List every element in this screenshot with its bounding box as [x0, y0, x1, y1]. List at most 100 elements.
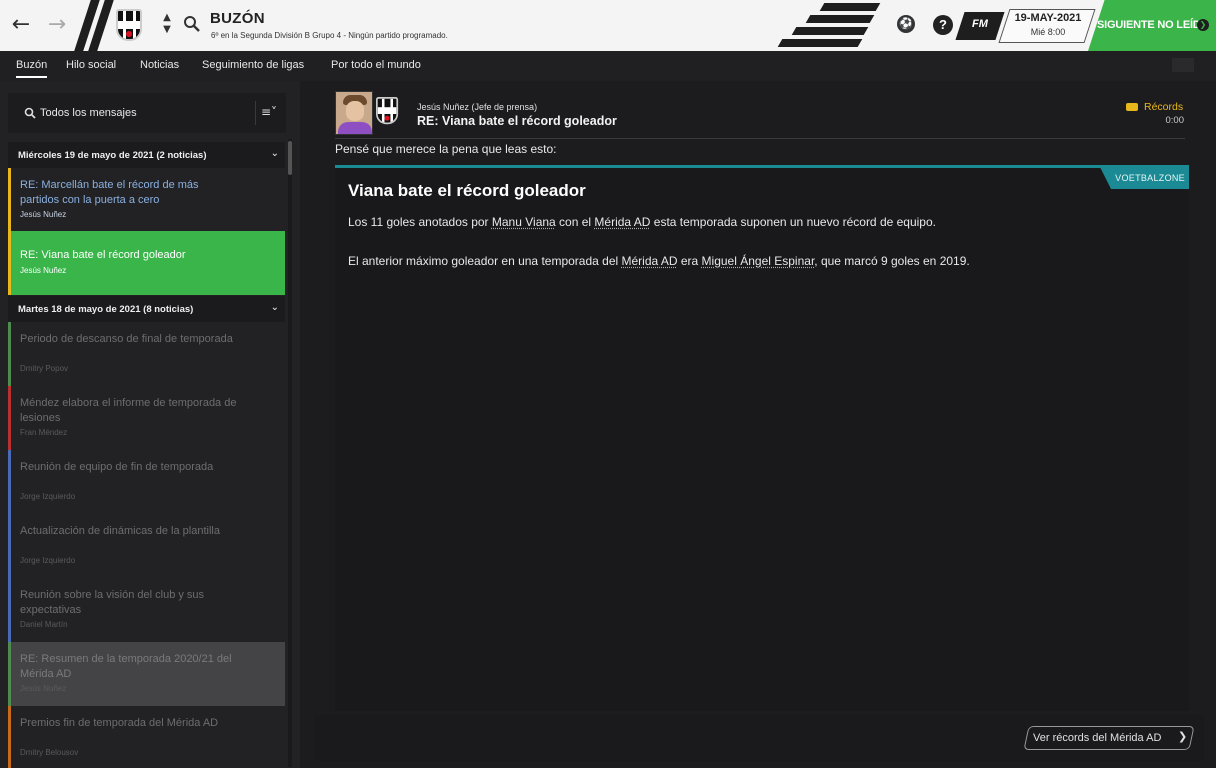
tab-hilo-social[interactable]: Hilo social: [66, 59, 116, 71]
tab-seguimiento-ligas[interactable]: Seguimiento de ligas: [202, 59, 304, 71]
tag-icon: [1126, 103, 1138, 111]
message-title: Actualización de dinámicas de la plantil…: [20, 525, 220, 537]
chevron-right-icon[interactable]: ❯: [1197, 19, 1209, 31]
priority-bar: [8, 706, 11, 768]
day-group-header[interactable]: Miércoles 19 de mayo de 2021 (2 noticias…: [8, 142, 285, 168]
forward-arrow-icon[interactable]: →: [44, 12, 70, 38]
message-filter[interactable]: Todos los mensajes ≡˅: [8, 93, 286, 133]
sender-name[interactable]: Jesús Nuñez (Jefe de prensa): [417, 102, 537, 112]
message-item[interactable]: Periodo de descanso de final de temporad…: [8, 322, 285, 386]
back-arrow-icon[interactable]: ←: [8, 12, 34, 38]
message-title: Reunión de equipo de fin de temporada: [20, 461, 214, 473]
decorative-lines: [777, 0, 890, 51]
priority-bar: [8, 450, 11, 514]
priority-bar: [8, 578, 11, 642]
text-span: Los 11 goles anotados por: [348, 215, 492, 229]
view-records-label[interactable]: Ver récords del Mérida AD: [1033, 732, 1161, 744]
message-item-selected[interactable]: RE: Viana bate el récord goleador Jesús …: [8, 231, 285, 295]
divider: [335, 138, 1185, 139]
search-icon[interactable]: [24, 107, 36, 119]
scrollbar-thumb[interactable]: [288, 141, 292, 175]
message-title: RE: Resumen de la temporada 2020/21 del …: [20, 653, 232, 680]
source-label: VOETBALZONE: [1115, 173, 1185, 183]
message-item-hover[interactable]: RE: Resumen de la temporada 2020/21 del …: [8, 642, 285, 706]
page-title: BUZÓN: [210, 10, 265, 27]
top-bar: ← → ▲ ▼ BUZÓN 6º en la Segunda División B…: [0, 0, 1216, 51]
chevron-down-icon[interactable]: ⌄: [271, 302, 279, 313]
day-group-label: Miércoles 19 de mayo de 2021 (2 noticias…: [18, 150, 207, 161]
message-sender: Jesús Nuñez: [20, 266, 67, 275]
news-article: [335, 165, 1189, 711]
tab-buzon[interactable]: Buzón: [16, 59, 48, 78]
text-span: esta temporada suponen un nuevo récord d…: [650, 215, 936, 229]
club-crest-icon[interactable]: [116, 9, 142, 41]
sort-menu-icon[interactable]: ≡˅: [261, 105, 277, 119]
page-subtitle: 6º en la Segunda División B Grupo 4 - Ni…: [211, 31, 448, 40]
message-item[interactable]: Reunión sobre la visión del club y sus e…: [8, 578, 285, 642]
help-icon[interactable]: ?: [933, 15, 953, 35]
message-item[interactable]: Premios fin de temporada del Mérida AD D…: [8, 706, 285, 768]
message-item[interactable]: RE: Marcellán bate el récord de más part…: [8, 168, 285, 232]
message-sender: Dmitry Belousov: [20, 748, 79, 757]
tab-noticias[interactable]: Noticias: [140, 59, 179, 71]
text-span: era: [677, 254, 702, 268]
world-icon[interactable]: ⚽: [897, 15, 915, 33]
message-item[interactable]: Actualización de dinámicas de la plantil…: [8, 514, 285, 578]
current-date: 19-MAY-2021: [1014, 12, 1082, 24]
message-view: Jesús Nuñez (Jefe de prensa) RE: Viana b…: [310, 81, 1206, 768]
tab-por-todo-el-mundo[interactable]: Por todo el mundo: [331, 59, 421, 71]
message-intro: Pensé que merece la pena que leas esto:: [335, 142, 557, 156]
scrollbar-track[interactable]: [288, 139, 292, 767]
article-paragraph: El anterior máximo goleador en una tempo…: [348, 254, 970, 268]
player-link[interactable]: Manu Viana: [492, 215, 556, 229]
message-title: RE: Marcellán bate el récord de más part…: [20, 179, 199, 206]
day-group-header[interactable]: Martes 18 de mayo de 2021 (8 noticias) ⌄: [8, 296, 285, 322]
priority-bar: [8, 386, 11, 450]
chevron-right-icon[interactable]: ❯: [1178, 730, 1187, 743]
message-title: Méndez elabora el informe de temporada d…: [20, 397, 237, 424]
article-paragraph: Los 11 goles anotados por Manu Viana con…: [348, 215, 936, 229]
message-sender: Daniel Martín: [20, 620, 68, 629]
priority-bar: [8, 231, 11, 295]
message-sender: Jorge Izquierdo: [20, 492, 76, 501]
message-sender: Jesús Nuñez: [20, 210, 67, 219]
sender-avatar[interactable]: [335, 91, 373, 135]
fm-logo[interactable]: FM: [964, 18, 996, 30]
message-title: Premios fin de temporada del Mérida AD: [20, 717, 219, 729]
club-crest-icon[interactable]: [376, 97, 399, 125]
day-group-label: Martes 18 de mayo de 2021 (8 noticias): [18, 304, 194, 315]
divider: [255, 101, 256, 125]
message-sender: Dmitry Popov: [20, 364, 69, 373]
next-unread-label[interactable]: SIGUIENTE NO LEÍDO: [1097, 19, 1209, 31]
tab-bar: Buzón Hilo social Noticias Seguimiento d…: [0, 51, 1216, 81]
priority-bar: [8, 642, 11, 706]
player-link[interactable]: Miguel Ángel Espinar: [702, 254, 815, 268]
text-span: El anterior máximo goleador en una tempo…: [348, 254, 622, 268]
tab-scroll-control[interactable]: [1172, 58, 1194, 72]
search-icon[interactable]: [183, 15, 201, 33]
current-day-time: Mié 8:00: [1030, 27, 1066, 37]
message-title: Periodo de descanso de final de temporad…: [20, 333, 233, 345]
priority-bar: [8, 514, 11, 578]
text-span: con el: [555, 215, 595, 229]
inbox-sidebar: Todos los mensajes ≡˅ Miércoles 19 de ma…: [0, 81, 300, 768]
priority-bar: [8, 168, 11, 232]
club-link[interactable]: Mérida AD: [622, 254, 678, 268]
message-item[interactable]: Méndez elabora el informe de temporada d…: [8, 386, 285, 450]
message-sender: Fran Méndez: [20, 428, 68, 437]
filter-label[interactable]: Todos los mensajes: [40, 107, 137, 119]
chevron-down-icon[interactable]: ⌄: [271, 148, 279, 159]
message-time: 0:00: [1165, 115, 1185, 126]
priority-bar: [8, 322, 11, 386]
message-subject: RE: Viana bate el récord goleador: [417, 114, 617, 128]
message-tag: Récords: [1144, 101, 1184, 113]
message-sender: Jorge Izquierdo: [20, 556, 76, 565]
text-span: , que marcó 9 goles en 2019.: [814, 254, 970, 268]
message-item[interactable]: Reunión de equipo de fin de temporada Jo…: [8, 450, 285, 514]
message-title: Reunión sobre la visión del club y sus e…: [20, 589, 205, 616]
club-link[interactable]: Mérida AD: [594, 215, 650, 229]
message-sender: Jesús Nuñez: [20, 684, 67, 693]
club-switch-icon[interactable]: ▲ ▼: [160, 12, 174, 36]
article-title: Viana bate el récord goleador: [348, 181, 586, 200]
message-title: RE: Viana bate el récord goleador: [20, 249, 186, 261]
